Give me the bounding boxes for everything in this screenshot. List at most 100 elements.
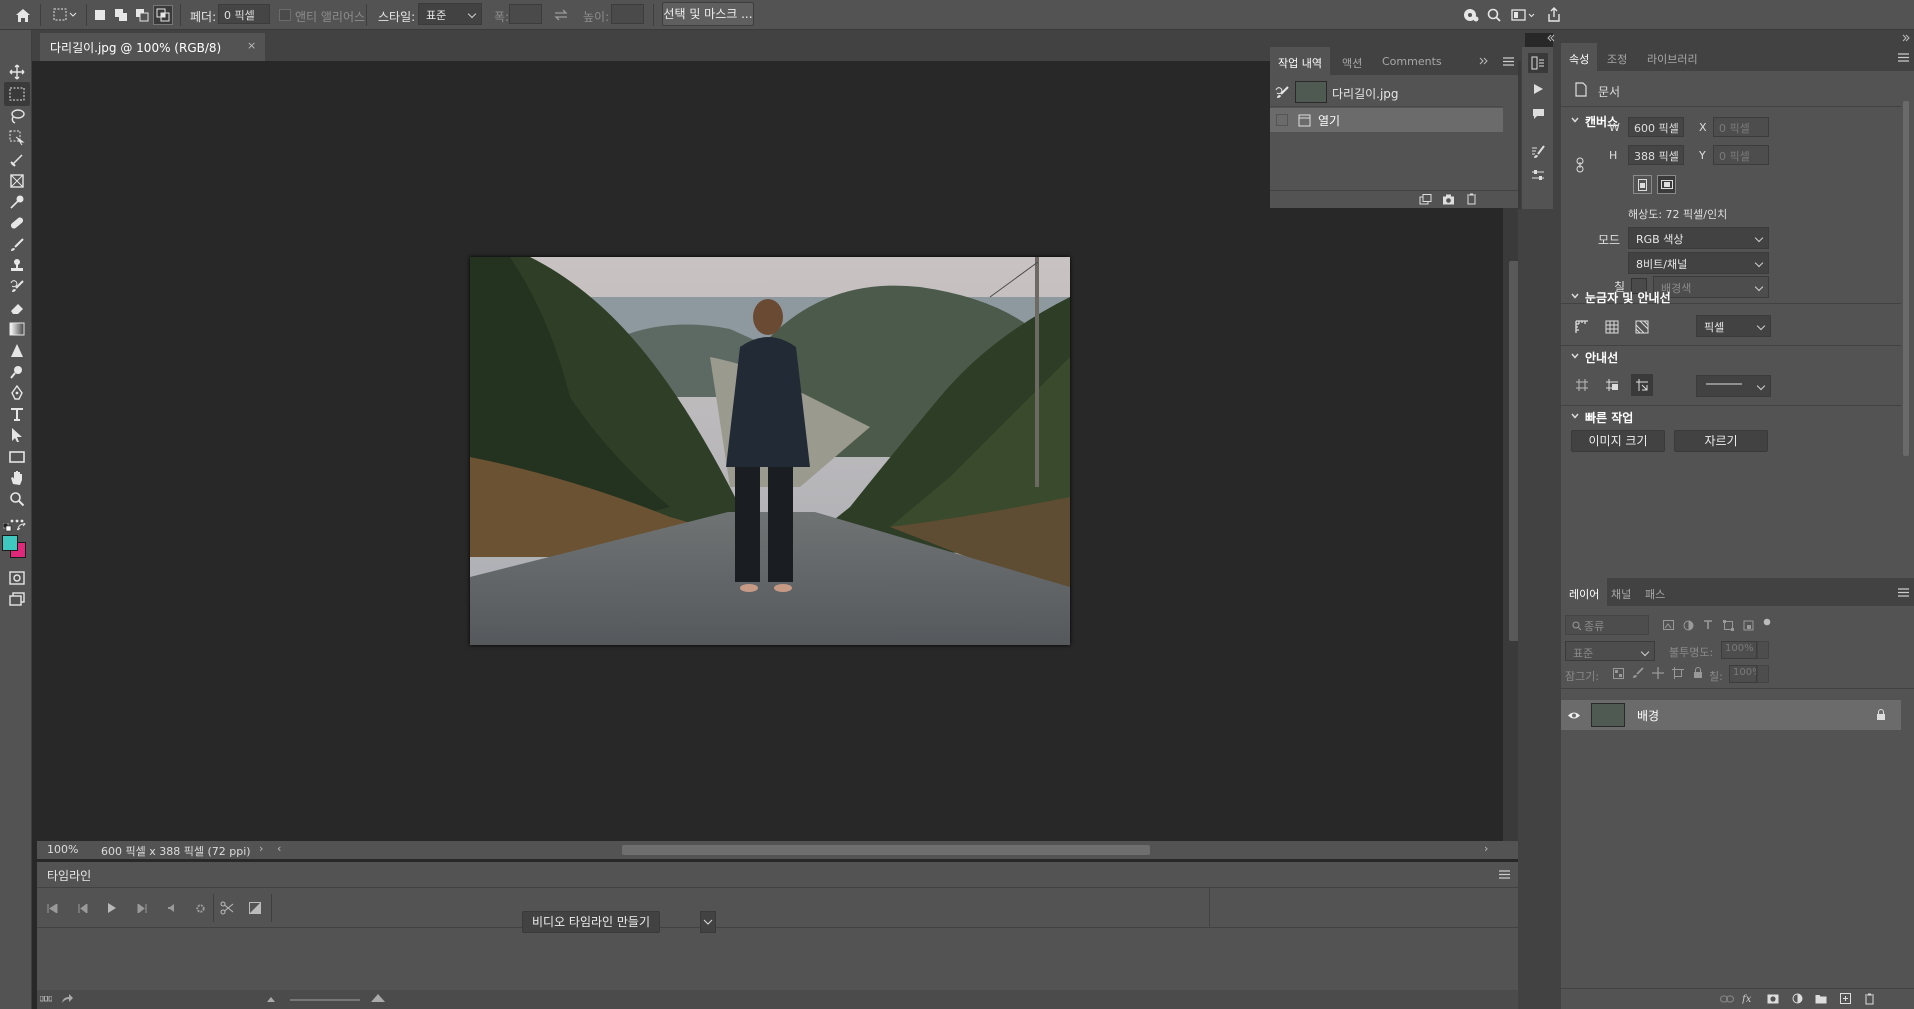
add-selection-icon[interactable]: [113, 7, 129, 23]
timeline-zoom-slider[interactable]: [290, 999, 360, 1001]
adjust-presets-dock-icon[interactable]: [1528, 166, 1548, 184]
smart-guides-icon[interactable]: [1631, 374, 1653, 396]
foreground-color-swatch[interactable]: [2, 535, 18, 551]
close-tab-icon[interactable]: ×: [247, 39, 256, 52]
lasso-tool-icon[interactable]: [4, 104, 30, 128]
tab-paths[interactable]: 패스: [1637, 578, 1673, 606]
guide-style-dropdown[interactable]: [1696, 375, 1771, 397]
go-to-first-frame-icon[interactable]: [45, 902, 59, 914]
play-icon[interactable]: [105, 902, 119, 914]
status-menu-arrow-icon[interactable]: ›: [259, 842, 263, 855]
tab-history[interactable]: 작업 내역: [1270, 47, 1330, 75]
render-video-icon[interactable]: [60, 993, 74, 1005]
properties-scrollbar[interactable]: [1902, 91, 1910, 491]
opacity-slider-toggle[interactable]: [1757, 641, 1769, 659]
delete-state-trash-icon[interactable]: [1464, 193, 1478, 205]
filter-adjustment-icon[interactable]: [1681, 618, 1695, 632]
style-dropdown[interactable]: 표준: [418, 3, 482, 25]
antialias-checkbox[interactable]: [279, 9, 291, 21]
transition-icon[interactable]: [247, 900, 263, 916]
zoom-tool-icon[interactable]: [4, 487, 30, 511]
filter-pixel-icon[interactable]: [1661, 618, 1675, 632]
learn-icon[interactable]: [1463, 6, 1479, 24]
filter-type-icon[interactable]: [1701, 618, 1715, 632]
lock-image-pixels-icon[interactable]: [1631, 666, 1645, 680]
swap-colors-icon[interactable]: [16, 522, 27, 532]
panel-expand-icon[interactable]: [1478, 55, 1490, 67]
pixel-grid-icon[interactable]: [1633, 318, 1651, 336]
feather-input[interactable]: 0 픽셀: [218, 4, 270, 24]
crop-button[interactable]: 자르기: [1674, 430, 1768, 452]
tab-channels[interactable]: 채널: [1603, 578, 1639, 606]
tab-libraries[interactable]: 라이브러리: [1639, 43, 1706, 71]
workspace-icon[interactable]: [1510, 6, 1538, 24]
layer-row[interactable]: 배경: [1561, 700, 1901, 730]
collapse-panels-icon[interactable]: [1901, 33, 1911, 43]
collapse-dock-icon[interactable]: [1546, 33, 1556, 43]
fill-slider-toggle[interactable]: [1757, 665, 1769, 683]
quick-actions-section-header[interactable]: 빠른 작업: [1571, 409, 1633, 426]
history-menu-icon[interactable]: [1502, 55, 1514, 67]
home-icon[interactable]: [12, 5, 34, 25]
swap-icon[interactable]: [553, 7, 569, 23]
delete-layer-trash-icon[interactable]: [1861, 992, 1877, 1005]
scroll-left-icon[interactable]: ‹: [277, 842, 281, 855]
history-step[interactable]: 열기: [1270, 108, 1503, 132]
landscape-orientation-icon[interactable]: [1657, 175, 1676, 194]
horizontal-scroll-thumb[interactable]: [622, 845, 1150, 855]
timeline-type-dropdown-icon[interactable]: [700, 911, 716, 933]
tab-actions[interactable]: 액션: [1334, 47, 1370, 75]
layer-filter-dropdown[interactable]: 종류: [1565, 615, 1649, 635]
layer-name[interactable]: 배경: [1637, 707, 1659, 724]
grid-icon[interactable]: [1603, 318, 1621, 336]
history-snapshot[interactable]: 다리길이.jpg: [1270, 77, 1503, 107]
tab-comments[interactable]: Comments: [1374, 47, 1450, 75]
actions-dock-icon[interactable]: [1528, 80, 1548, 98]
blend-mode-dropdown[interactable]: 표준: [1565, 641, 1655, 661]
guides-icon[interactable]: [1573, 376, 1591, 394]
image-size-button[interactable]: 이미지 크기: [1571, 430, 1665, 452]
color-mode-dropdown[interactable]: RGB 색상: [1628, 227, 1769, 249]
lock-all-icon[interactable]: [1691, 666, 1705, 680]
select-and-mask-button[interactable]: 선택 및 마스크 ...: [662, 2, 754, 26]
width-input[interactable]: [509, 4, 542, 24]
tab-properties[interactable]: 속성: [1561, 43, 1598, 71]
rulers-section-header[interactable]: 눈금자 및 안내선: [1571, 289, 1671, 306]
canvas-x-input[interactable]: 0 픽셀: [1713, 117, 1769, 137]
canvas-width-input[interactable]: 600 픽셀: [1628, 117, 1684, 137]
guides-section-header[interactable]: 안내선: [1571, 349, 1618, 366]
history-dock-icon[interactable]: [1528, 53, 1548, 73]
ruler-units-dropdown[interactable]: 픽셀: [1696, 315, 1771, 337]
marquee-preset-icon[interactable]: [52, 6, 80, 24]
brush-settings-dock-icon[interactable]: [1528, 143, 1548, 161]
guide-layout-icon[interactable]: [1603, 376, 1621, 394]
new-snapshot-camera-icon[interactable]: [1441, 193, 1455, 205]
document-info[interactable]: 600 픽셀 x 388 픽셀 (72 ppi): [101, 843, 251, 859]
filter-shape-icon[interactable]: [1721, 618, 1735, 632]
gradient-tool-icon[interactable]: [4, 317, 30, 341]
subtract-selection-icon[interactable]: [134, 7, 150, 23]
layer-fx-icon[interactable]: fx: [1741, 992, 1757, 1005]
create-video-timeline-button[interactable]: 비디오 타임라인 만들기: [522, 911, 660, 933]
tab-adjustments[interactable]: 조정: [1599, 43, 1635, 71]
split-scissors-icon[interactable]: [219, 900, 235, 916]
opacity-input[interactable]: 100%: [1721, 641, 1757, 659]
history-step-checkbox[interactable]: [1276, 114, 1288, 126]
new-layer-icon[interactable]: [1837, 992, 1853, 1005]
layers-menu-icon[interactable]: [1897, 586, 1909, 598]
height-input[interactable]: [611, 4, 644, 24]
intersect-selection-icon[interactable]: [153, 5, 173, 25]
visibility-eye-icon[interactable]: [1565, 707, 1583, 723]
convert-frame-animation-icon[interactable]: [39, 994, 53, 1004]
new-adjustment-layer-icon[interactable]: [1789, 992, 1805, 1005]
filter-toggle-dot-icon[interactable]: [1761, 616, 1773, 628]
path-selection-tool-icon[interactable]: [4, 423, 30, 447]
scroll-right-icon[interactable]: ›: [1484, 842, 1488, 855]
layer-lock-icon[interactable]: [1875, 708, 1887, 722]
lock-transparent-pixels-icon[interactable]: [1611, 666, 1625, 680]
tab-layers[interactable]: 레이어: [1561, 578, 1608, 606]
lock-artboard-icon[interactable]: [1671, 666, 1685, 680]
healing-brush-tool-icon[interactable]: [4, 211, 30, 235]
timeline-settings-icon[interactable]: [193, 902, 207, 914]
lock-position-icon[interactable]: [1651, 666, 1665, 680]
